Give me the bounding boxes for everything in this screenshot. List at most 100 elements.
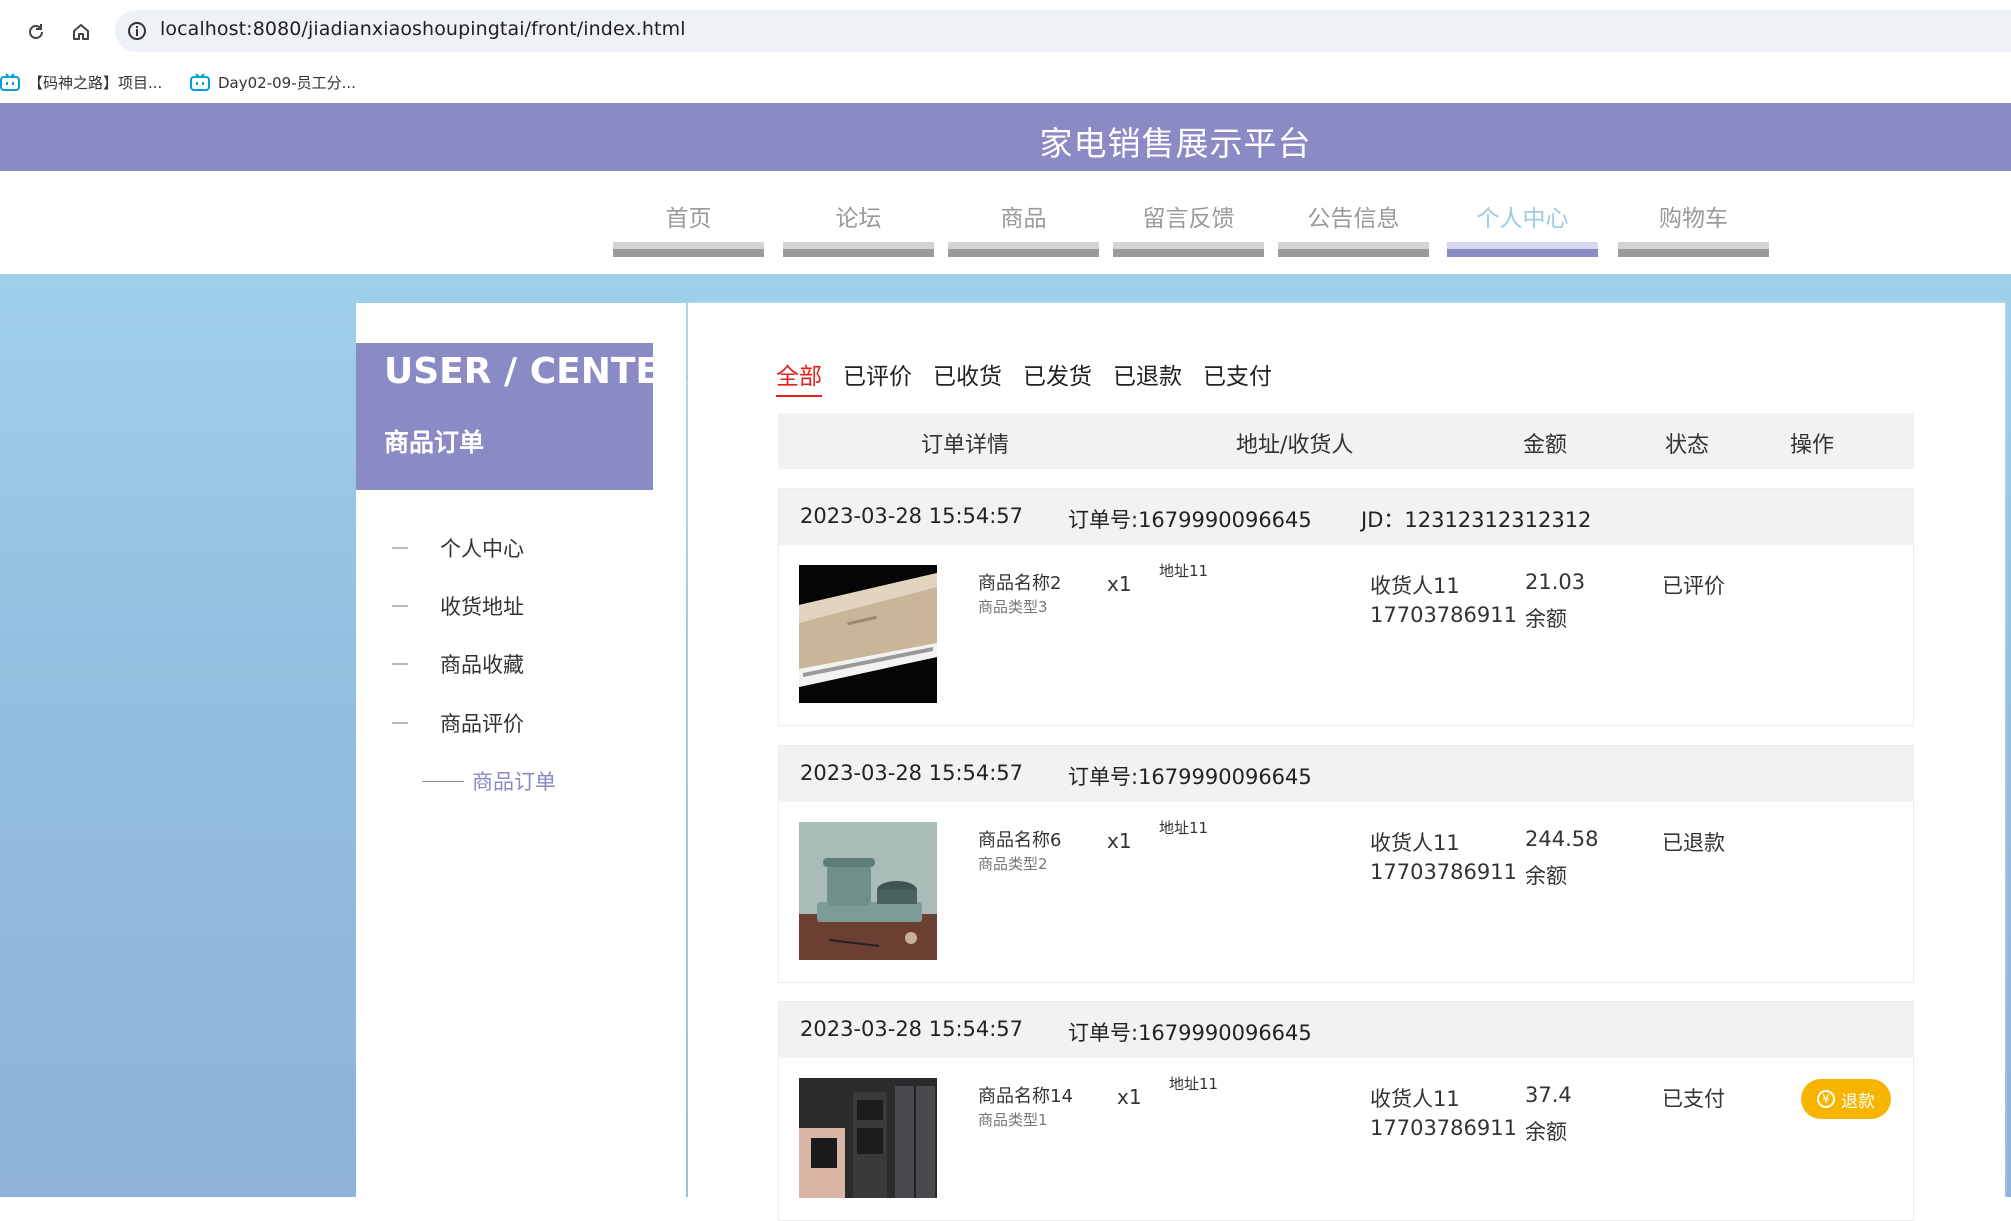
sidebar-item-orders[interactable]: 商品订单 xyxy=(422,765,556,797)
order-header: 2023-03-28 15:54:57 订单号:1679990096645 JD… xyxy=(779,489,1913,545)
payment-method: 余额 xyxy=(1525,864,1567,888)
nav-item-announcements[interactable]: 公告信息 xyxy=(1278,199,1429,259)
nav-label: 个人中心 xyxy=(1476,206,1569,232)
order-status: 已支付 xyxy=(1662,1087,1725,1111)
order-time: 2023-03-28 15:54:57 xyxy=(800,1017,1024,1041)
order-address: 地址11 xyxy=(1159,562,1209,580)
product-type: 商品类型3 xyxy=(978,598,1048,616)
orders-table-header: 订单详情 地址/收货人 金额 状态 操作 xyxy=(778,413,1914,469)
order-header: 2023-03-28 15:54:57 订单号:1679990096645 xyxy=(779,1002,1913,1058)
bilibili-icon xyxy=(0,73,20,91)
receiver-phone: 17703786911 xyxy=(1370,603,1517,627)
sidebar-item-address[interactable]: 收货地址 xyxy=(392,590,524,622)
sidebar-item-label: 个人中心 xyxy=(440,537,524,561)
sidebar-title-cn: 商品订单 xyxy=(384,428,485,457)
refund-button[interactable]: ¥ 退款 xyxy=(1801,1079,1891,1119)
product-name[interactable]: 商品名称6 xyxy=(978,826,1061,852)
nav-item-user-center[interactable]: 个人中心 xyxy=(1447,199,1598,259)
bookmark-label: Day02-09-员工分... xyxy=(218,73,356,92)
bookmark-label: 【码神之路】项目... xyxy=(28,73,163,92)
nav-item-feedback[interactable]: 留言反馈 xyxy=(1113,199,1264,259)
tab-shipped[interactable]: 已发货 xyxy=(1023,357,1092,397)
sidebar-item-favorites[interactable]: 商品收藏 xyxy=(392,648,524,680)
browser-toolbar: localhost:8080/jiadianxiaoshoupingtai/fr… xyxy=(0,0,2011,62)
column-header: 订单详情 xyxy=(921,433,1010,458)
order-amount: 21.03 xyxy=(1525,570,1586,594)
column-header: 操作 xyxy=(1790,433,1835,458)
order-card: 2023-03-28 15:54:57 订单号:1679990096645 商品… xyxy=(778,745,1914,983)
column-header: 状态 xyxy=(1665,433,1710,458)
tab-reviewed[interactable]: 已评价 xyxy=(843,357,912,397)
sidebar-item-label: 收货地址 xyxy=(440,595,524,619)
sidebar-header: USER / CENTER 商品订单 xyxy=(356,343,688,490)
order-card: 2023-03-28 15:54:57 订单号:1679990096645 商品… xyxy=(778,1001,1914,1221)
dash-icon xyxy=(392,605,408,607)
sidebar-item-label: 商品订单 xyxy=(472,770,556,794)
order-time: 2023-03-28 15:54:57 xyxy=(800,504,1024,528)
nav-label: 公告信息 xyxy=(1307,206,1400,232)
order-time: 2023-03-28 15:54:57 xyxy=(800,761,1024,785)
product-image-cooking-pot[interactable] xyxy=(799,822,937,960)
site-banner: 家电销售展示平台 xyxy=(0,103,2011,171)
tab-paid[interactable]: 已支付 xyxy=(1203,357,1272,397)
address-bar[interactable]: localhost:8080/jiadianxiaoshoupingtai/fr… xyxy=(115,10,2011,52)
order-status-tabs: 全部 已评价 已收货 已发货 已退款 已支付 xyxy=(776,357,1293,397)
product-quantity: x1 xyxy=(1107,829,1132,853)
payment-method: 余额 xyxy=(1525,1120,1567,1144)
reload-icon[interactable] xyxy=(18,14,54,50)
nav-item-home[interactable]: 首页 xyxy=(613,199,764,259)
nav-label: 首页 xyxy=(665,206,712,232)
nav-underline xyxy=(1447,242,1598,257)
receiver-name: 收货人11 xyxy=(1370,831,1460,855)
nav-underline xyxy=(1618,242,1769,257)
tab-received[interactable]: 已收货 xyxy=(933,357,1002,397)
order-status: 已评价 xyxy=(1662,574,1725,598)
receiver-name: 收货人11 xyxy=(1370,574,1460,598)
product-quantity: x1 xyxy=(1107,572,1132,596)
product-name[interactable]: 商品名称2 xyxy=(978,569,1061,595)
url-text[interactable]: localhost:8080/jiadianxiaoshoupingtai/fr… xyxy=(160,18,686,40)
tab-all[interactable]: 全部 xyxy=(776,357,822,397)
order-status: 已退款 xyxy=(1662,831,1725,855)
product-image-air-conditioner[interactable] xyxy=(799,565,937,703)
sidebar-item-user-center[interactable]: 个人中心 xyxy=(392,532,524,564)
order-card: 2023-03-28 15:54:57 订单号:1679990096645 JD… xyxy=(778,488,1914,726)
order-amount: 37.4 xyxy=(1525,1083,1572,1107)
order-address: 地址11 xyxy=(1169,1075,1219,1093)
sidebar-item-reviews[interactable]: 商品评价 xyxy=(392,707,524,739)
product-image-kitchen-appliances[interactable] xyxy=(799,1078,937,1198)
site-info-icon[interactable] xyxy=(125,19,149,43)
browser-chrome: localhost:8080/jiadianxiaoshoupingtai/fr… xyxy=(0,0,2011,103)
nav-underline xyxy=(1113,242,1264,257)
tab-refunded[interactable]: 已退款 xyxy=(1113,357,1182,397)
site-title: 家电销售展示平台 xyxy=(1039,124,1312,163)
order-address: 地址11 xyxy=(1159,819,1209,837)
nav-label: 购物车 xyxy=(1659,206,1728,232)
nav-item-products[interactable]: 商品 xyxy=(948,199,1099,259)
nav-item-forum[interactable]: 论坛 xyxy=(783,199,934,259)
user-center-sidebar: USER / CENTER 商品订单 个人中心 收货地址 商品收藏 商品评价 商… xyxy=(356,303,688,1197)
nav-label: 商品 xyxy=(1000,206,1047,232)
payment-method: 余额 xyxy=(1525,607,1567,631)
dash-icon xyxy=(392,547,408,549)
sidebar-item-label: 商品收藏 xyxy=(440,653,524,677)
order-number: 订单号:1679990096645 xyxy=(1068,765,1312,789)
home-icon[interactable] xyxy=(63,14,99,50)
product-quantity: x1 xyxy=(1117,1085,1142,1109)
bookmark-item[interactable]: 【码神之路】项目... xyxy=(0,68,162,96)
order-number: 订单号:1679990096645 xyxy=(1068,1021,1312,1045)
orders-panel: 全部 已评价 已收货 已发货 已退款 已支付 订单详情 地址/收货人 金额 状态… xyxy=(688,303,2005,1221)
product-name[interactable]: 商品名称14 xyxy=(978,1082,1073,1108)
bookmark-item[interactable]: Day02-09-员工分... xyxy=(190,68,356,96)
dash-icon xyxy=(422,780,464,782)
product-type: 商品类型2 xyxy=(978,855,1048,873)
dash-icon xyxy=(392,663,408,665)
nav-underline xyxy=(948,242,1099,257)
nav-item-cart[interactable]: 购物车 xyxy=(1618,199,1769,259)
order-header: 2023-03-28 15:54:57 订单号:1679990096645 xyxy=(779,746,1913,802)
refund-button-label: 退款 xyxy=(1841,1091,1875,1112)
product-type: 商品类型1 xyxy=(978,1111,1048,1129)
sidebar-title-en: USER / CENTER xyxy=(384,351,688,392)
column-header: 地址/收货人 xyxy=(1236,433,1354,458)
bilibili-icon xyxy=(190,73,210,91)
